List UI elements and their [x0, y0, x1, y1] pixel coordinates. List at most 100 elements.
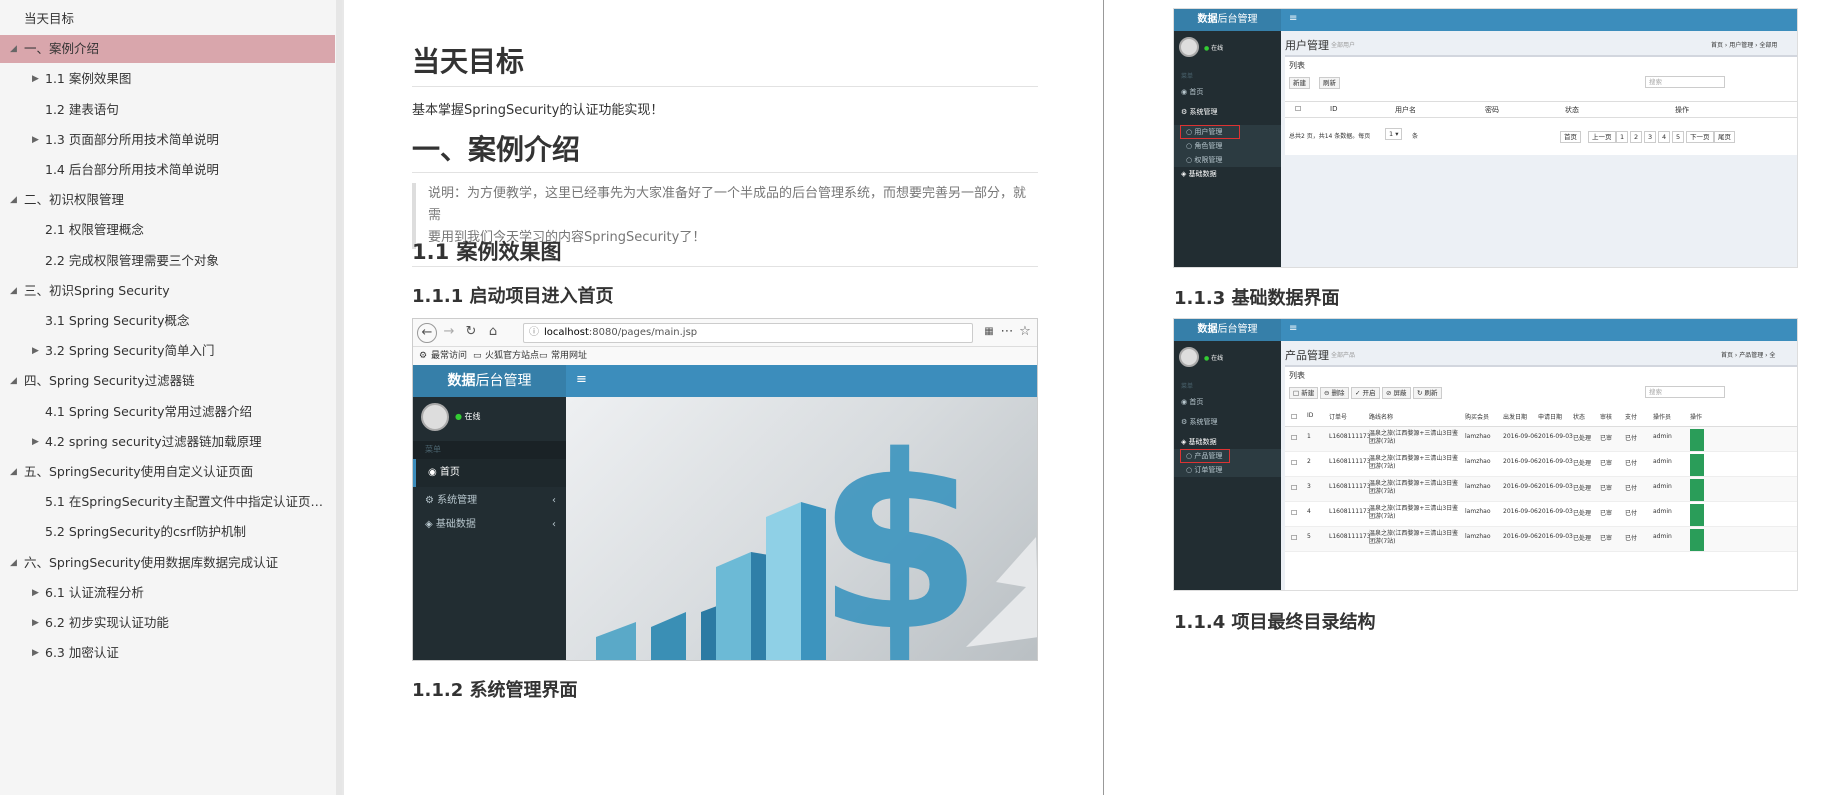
outline-item[interactable]: 1.2 建表语句 — [0, 96, 335, 124]
page-subtitle: 全部产品 — [1331, 352, 1356, 359]
dashboard-icon: ◉ — [1181, 88, 1188, 96]
expand-arrow-icon[interactable]: ▶ — [32, 126, 39, 154]
outline-item[interactable]: ◢ 五、SpringSecurity使用自定义认证页面 — [0, 458, 335, 486]
collapse-arrow-icon[interactable]: ◢ — [10, 367, 17, 395]
content-area: 产品管理 全部产品 首页 › 产品管理 › 全 列表 □ 新建 ⊖ 删除 ✓ 开启 ⊘… — [1281, 341, 1797, 590]
column-header: 操作员 — [1653, 414, 1672, 421]
screenshot-product-management: 数据后台管理 ≡ ● 在线 菜单 ◉ 首页 ⚙ 系统管理 ◈ 基础数据 ○ 产品管… — [1173, 318, 1798, 591]
collapse-arrow-icon[interactable]: ◢ — [10, 277, 17, 305]
outline-item-label: 4.2 spring security过滤器链加载原理 — [45, 433, 262, 449]
menu-header: 菜单 — [1181, 73, 1194, 80]
pager-button: 1 — [1616, 131, 1629, 143]
pager-button: 3 — [1644, 131, 1657, 143]
menu-toggle-icon: ≡ — [576, 372, 587, 387]
toolbar-button: ⊘ 屏蔽 — [1382, 387, 1411, 399]
avatar — [1179, 37, 1199, 57]
outline-item[interactable]: ▶ 1.1 案例效果图 — [0, 65, 335, 93]
url-path: :8080/pages/main.jsp — [588, 327, 698, 338]
cogs-icon: ⚙ — [1181, 418, 1188, 426]
goal-text: 基本掌握SpringSecurity的认证功能实现！ — [412, 103, 664, 118]
table-cell: admin — [1653, 533, 1672, 540]
table-cell: L1608111173 — [1329, 483, 1371, 490]
admin-logo: 数据后台管理 — [1174, 319, 1281, 341]
outline-item[interactable]: ◢ 二、初识权限管理 — [0, 186, 335, 214]
table-cell: admin — [1653, 433, 1672, 440]
outline-item[interactable]: ▶ 6.1 认证流程分析 — [0, 579, 335, 607]
table-cell: 已审 — [1600, 460, 1613, 467]
expand-arrow-icon[interactable]: ▶ — [32, 639, 39, 667]
outline-item[interactable]: ◢ 四、Spring Security过滤器链 — [0, 367, 335, 395]
table-cell: 2016-09-06 — [1503, 433, 1538, 440]
pager-button: 首页 — [1560, 131, 1581, 143]
table-cell: 温泉之旅(江西婺源+三清山3日鉴团游(7站) — [1369, 505, 1459, 520]
bookmark-most-visited: 最常访问 — [431, 351, 468, 361]
collapse-arrow-icon[interactable]: ◢ — [10, 458, 17, 486]
outline-item[interactable]: ▶ 4.2 spring security过滤器链加载原理 — [0, 428, 335, 456]
collapse-arrow-icon[interactable]: ◢ — [10, 186, 17, 214]
table-cell: 温泉之旅(江西婺源+三清山3日鉴团游(7站) — [1369, 480, 1459, 495]
action-buttons — [1690, 479, 1704, 501]
table-row: ☐ 3 L1608111173 温泉之旅(江西婺源+三清山3日鉴团游(7站) lamzh… — [1285, 477, 1797, 502]
outline-item[interactable]: 5.1 在SpringSecurity主配置文件中指定认证页面配... — [0, 488, 335, 516]
expand-arrow-icon[interactable]: ▶ — [32, 609, 39, 637]
outline-item[interactable]: ◢ 三、初识Spring Security — [0, 277, 335, 305]
side-item-home: ◉ 首页 — [1181, 398, 1204, 406]
box-title: 列表 — [1289, 61, 1305, 70]
outline-item[interactable]: 5.2 SpringSecurity的csrf防护机制 — [0, 518, 335, 546]
outline-item[interactable]: ▶ 1.3 页面部分所用技术简单说明 — [0, 126, 335, 154]
pager-button: 4 — [1658, 131, 1671, 143]
select-all-checkbox: ☐ — [1295, 105, 1302, 113]
menu-header: 菜单 — [1181, 383, 1194, 390]
table-cell: 2 — [1307, 458, 1311, 465]
outline-item[interactable]: 2.2 完成权限管理需要三个对象 — [0, 247, 335, 275]
table-cell: L1608111173 — [1329, 533, 1371, 540]
admin-sidebar: ● 在线 菜单 ◉ 首页 ⚙ 系统管理 ‹ ◈ 基础数据 ‹ — [413, 397, 566, 660]
cogs-icon: ⚙ — [1181, 108, 1188, 116]
outline-item[interactable]: ▶ 6.3 加密认证 — [0, 639, 335, 667]
avatar — [1179, 347, 1199, 367]
outline-item-label: 六、SpringSecurity使用数据库数据完成认证 — [24, 554, 279, 570]
column-header: 订单号 — [1329, 414, 1348, 421]
expand-arrow-icon[interactable]: ▶ — [32, 65, 39, 93]
table-cell: lamzhao — [1465, 433, 1491, 440]
expand-arrow-icon[interactable]: ▶ — [32, 337, 39, 365]
star-icon: ☆ — [1019, 324, 1031, 339]
col-status: 状态 — [1565, 106, 1579, 114]
svg-text:$: $ — [816, 404, 983, 661]
outline-item[interactable]: 3.1 Spring Security概念 — [0, 307, 335, 335]
outline-item[interactable]: 2.1 权限管理概念 — [0, 216, 335, 244]
outline-item[interactable]: ◢ 一、案例介绍 — [0, 35, 335, 64]
outline-item[interactable]: ▶ 6.2 初步实现认证功能 — [0, 609, 335, 637]
table-cell: 2016-09-03 — [1538, 533, 1573, 540]
outline-item-label: 2.1 权限管理概念 — [45, 222, 144, 238]
outline-item[interactable]: 当天目标 — [0, 5, 335, 33]
toolbar-button: ↻ 刷新 — [1413, 387, 1442, 399]
expand-arrow-icon[interactable]: ▶ — [32, 579, 39, 607]
content-area: 用户管理 全部用户 首页 › 用户管理 › 全部用 列表 新建 刷新 搜索 ☐ … — [1281, 31, 1797, 267]
table-cell: admin — [1653, 483, 1672, 490]
collapse-arrow-icon[interactable]: ◢ — [10, 35, 17, 63]
finance-chart-illustration: $ — [596, 404, 1037, 661]
outline-item[interactable]: ◢ 六、SpringSecurity使用数据库数据完成认证 — [0, 549, 335, 577]
circle-icon: ○ — [1186, 142, 1193, 150]
side-item-basic: ◈ 基础数据 ‹ — [413, 511, 566, 539]
collapse-arrow-icon[interactable]: ◢ — [10, 549, 17, 577]
screenshot-home-page: ← → ↻ ⌂ ⓘ localhost:8080/pages/main.jsp … — [412, 318, 1038, 661]
button-icon: ✓ — [1355, 389, 1363, 397]
outline-item[interactable]: 4.1 Spring Security常用过滤器介绍 — [0, 398, 335, 426]
table-cell: 已付 — [1625, 435, 1638, 442]
outline-item[interactable]: ▶ 3.2 Spring Security简单入门 — [0, 337, 335, 365]
side-item-permissions: ○ 权限管理 — [1174, 153, 1281, 167]
refresh-button: 刷新 — [1319, 77, 1340, 89]
cogs-icon: ⚙ — [425, 495, 434, 506]
column-header: 状态 — [1573, 414, 1586, 421]
expand-arrow-icon[interactable]: ▶ — [32, 428, 39, 456]
table-cell: 已处理 — [1573, 510, 1592, 517]
info-icon: ⓘ — [529, 327, 539, 338]
pager-button: 下一页 — [1686, 131, 1714, 143]
table-cell: lamzhao — [1465, 533, 1491, 540]
table-cell: admin — [1653, 458, 1672, 465]
column-header: 出发日期 — [1503, 414, 1528, 421]
gear-icon: ⚙ — [419, 351, 428, 361]
outline-item[interactable]: 1.4 后台部分所用技术简单说明 — [0, 156, 335, 184]
